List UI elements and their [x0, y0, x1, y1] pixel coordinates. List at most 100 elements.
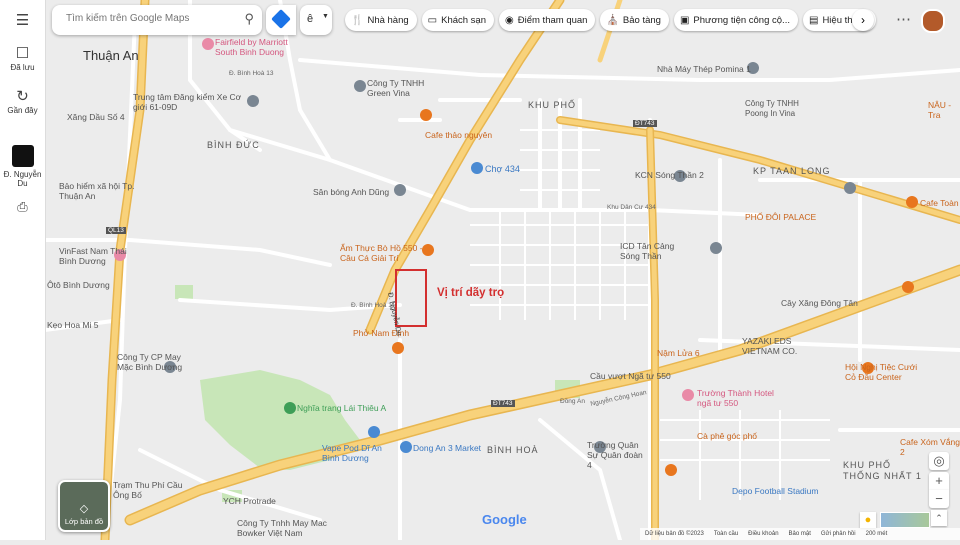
chips-next-button[interactable]: › — [852, 9, 874, 31]
left-rail: ☰ ☐ Đã lưu ↻ Gần đây Đ. Nguyễn Du ⎙ — [0, 0, 46, 540]
poi-cafe-thao[interactable]: Cafe thảo nguyên — [425, 130, 492, 140]
poi-cho-434[interactable]: Chợ 434 — [485, 164, 520, 174]
menu-button[interactable]: ☰ — [0, 12, 45, 30]
poi-hoi-nghi[interactable]: Hội Nghị Tiệc Cưới Cỏ Đầu Center — [845, 362, 925, 382]
area-label-khu-pho: KHU PHỐ — [528, 100, 577, 110]
zoom-out-button[interactable]: − — [929, 490, 949, 508]
chip-label: Điểm tham quan — [517, 14, 588, 26]
footer-terms[interactable]: Điều khoản — [748, 531, 778, 537]
poi-poong-in[interactable]: Công Ty TNHH Poong In Vina — [745, 99, 815, 119]
chip-hotels[interactable]: ▭ Khách sạn — [421, 9, 495, 31]
map-canvas[interactable]: Thuận An BÌNH ĐỨC BÌNH HOÀ KHU PHỐ KP TA… — [43, 0, 960, 545]
poi-ca-phe-goc[interactable]: Cà phê góc phố — [697, 431, 757, 441]
poi-nau[interactable]: NÂU - Tra — [928, 100, 960, 120]
saved-label: Đã lưu — [10, 63, 35, 72]
recent-label: Gần đây — [7, 106, 38, 115]
camera-icon: ◉ — [505, 14, 514, 26]
poi-cau-vuot[interactable]: Cầu vượt Ngã tư 550 — [590, 371, 671, 381]
imagery-thumbnails[interactable] — [880, 512, 930, 528]
road-label-dt743-a: ĐT743 — [633, 120, 657, 127]
poi-truong-thanh[interactable]: Trường Thành Hotel ngã tư 550 — [697, 388, 777, 408]
place-thumbnail — [11, 145, 34, 167]
saved-button[interactable]: ☐ Đã lưu — [0, 45, 45, 72]
footer-global[interactable]: Toàn cầu — [714, 531, 738, 537]
directions-button[interactable] — [266, 5, 296, 35]
apps-grid-icon[interactable]: ⋯ — [896, 10, 911, 28]
chip-label: Nhà hàng — [367, 14, 409, 26]
footer-scale[interactable]: 200 mét — [866, 531, 888, 537]
poi-dong-an[interactable]: Dong An 3 Market — [413, 443, 481, 453]
bookmark-icon: ☐ — [15, 45, 30, 62]
poi-tam-thu-phi[interactable]: Trạm Thu Phí Cầu Ông Bố — [113, 480, 193, 500]
chip-museums[interactable]: ⛪ Bảo tàng — [600, 9, 669, 31]
poi-bowker[interactable]: Công Ty Tnhh May Mac Bowker Việt Nam — [237, 518, 327, 538]
road-label-dan-cu-434: Khu Dân Cư 434 — [607, 204, 656, 211]
search-icon[interactable]: ⚲ — [244, 11, 254, 27]
recent-place-button[interactable]: Đ. Nguyễn Du — [0, 145, 45, 188]
poi-may-mac[interactable]: Công Ty CP May Mặc Bình Dương — [117, 352, 197, 372]
poi-green-vina[interactable]: Công Ty TNHH Green Vina — [367, 78, 427, 98]
transit-icon: ▣ — [679, 14, 690, 26]
poi-xang-dau[interactable]: Xăng Dầu Số 4 — [67, 112, 125, 122]
chip-transit[interactable]: ▣ Phương tiện công cộ... — [673, 9, 798, 31]
poi-yazaki[interactable]: YAZAKI EDS VIETNAM CO. — [742, 336, 822, 356]
poi-oto[interactable]: Ôtô Bình Dương — [47, 280, 117, 290]
chevron-up-icon: ⌃ — [935, 513, 943, 523]
poi-nghia-trang[interactable]: Nghĩa trang Lái Thiêu A — [297, 403, 397, 413]
poi-pomina[interactable]: Nhà Máy Thép Pomina 1 — [657, 64, 751, 74]
poi-truong-quan-su[interactable]: Trường Quân Sự Quân đoàn 4 — [587, 440, 647, 470]
footer-privacy[interactable]: Bảo mật — [789, 531, 811, 537]
poi-pho-doi[interactable]: PHỐ ĐÔI PALACE — [745, 212, 816, 222]
poi-cafe-toan[interactable]: Cafe Toàn — [920, 198, 959, 208]
recent-button[interactable]: ↻ Gần đây — [0, 88, 45, 115]
footer-map-data: Dữ liệu bản đồ ©2023 — [645, 531, 704, 537]
poi-kcn[interactable]: KCN Sóng Thần 2 — [635, 170, 704, 180]
directions-icon — [271, 9, 291, 29]
area-label-binh-duc: BÌNH ĐỨC — [207, 140, 260, 150]
hamburger-icon: ☰ — [15, 12, 30, 29]
chip-label: Phương tiện công cộ... — [693, 14, 790, 26]
print-button[interactable]: ⎙ — [0, 198, 45, 216]
area-label-thuan-an: Thuận An — [83, 48, 139, 63]
zoom-in-button[interactable]: + — [929, 472, 949, 490]
poi-vape[interactable]: Vape Pod Dĩ An Bình Dương — [322, 443, 392, 463]
chip-label: Bảo tàng — [622, 14, 661, 26]
poi-depo[interactable]: Depo Football Stadium — [732, 486, 818, 496]
my-location-button[interactable]: ◎ — [929, 452, 949, 470]
poi-cay-xang[interactable]: Cây Xăng Đông Tân — [781, 298, 858, 308]
google-logo: Google — [482, 512, 527, 527]
layers-icon: ◇ — [79, 503, 89, 515]
poi-san-bong[interactable]: Sân bóng Anh Dũng — [313, 187, 389, 197]
restaurant-icon: 🍴 — [351, 14, 364, 26]
annotation-label: Vị trí dãy trọ — [437, 287, 505, 299]
chevron-right-icon: › — [861, 13, 865, 27]
poi-hoa-mi[interactable]: Kẹo Hoa Mi 5 — [47, 320, 99, 330]
expand-button[interactable]: ⌃ — [931, 510, 947, 526]
poi-trung-tam[interactable]: Trung tâm Đăng kiểm Xe Cơ giới 61-09D — [133, 92, 253, 112]
footer-feedback[interactable]: Gửi phản hồi — [821, 531, 856, 537]
area-label-kp-taan-long: KP TAAN LONG — [753, 166, 831, 176]
road-label-dt743-b: ĐT743 — [491, 400, 515, 407]
poi-bao-hiem[interactable]: Bảo hiểm xã hội Tp. Thuận An — [59, 181, 149, 201]
poi-fairfield[interactable]: Fairfield by Marriott South Binh Duong — [215, 37, 300, 57]
layers-label: Lớp bản đồ — [64, 517, 104, 526]
input-tools-button[interactable]: ê ▼ — [300, 5, 332, 35]
poi-nam-lua[interactable]: Nậm Lửa 6 — [657, 348, 700, 358]
search-input[interactable] — [64, 12, 228, 25]
museum-icon: ⛪ — [606, 14, 619, 26]
chip-attractions[interactable]: ◉ Điểm tham quan — [499, 9, 596, 31]
poi-am-thuc[interactable]: Ẩm Thực Bò Hồ 550 - Câu Cá Giải Trí — [340, 243, 425, 263]
chip-restaurants[interactable]: 🍴 Nhà hàng — [345, 9, 417, 31]
poi-icd[interactable]: ICD Tân Cảng Sóng Thần — [620, 241, 692, 261]
category-chips: 🍴 Nhà hàng ▭ Khách sạn ◉ Điểm tham quan ⛪ Bả… — [345, 9, 876, 31]
area-label-khu-pho-thong-nhat: KHU PHỐ THỐNG NHẤT 1 — [843, 460, 922, 481]
avatar[interactable] — [921, 9, 945, 33]
road-label-ql13: QL13 — [106, 227, 126, 234]
area-label-binh-hoa: BÌNH HOÀ — [487, 445, 539, 455]
poi-ych[interactable]: YCH Protrade — [223, 496, 276, 506]
pegman-button[interactable]: ● — [860, 512, 876, 528]
layers-button[interactable]: ◇ Lớp bản đồ — [58, 480, 110, 532]
location-icon: ◎ — [933, 453, 945, 468]
search-box[interactable]: ⚲ — [52, 5, 262, 35]
poi-vinfast[interactable]: VinFast Nam Thái Bình Dương — [59, 246, 139, 266]
